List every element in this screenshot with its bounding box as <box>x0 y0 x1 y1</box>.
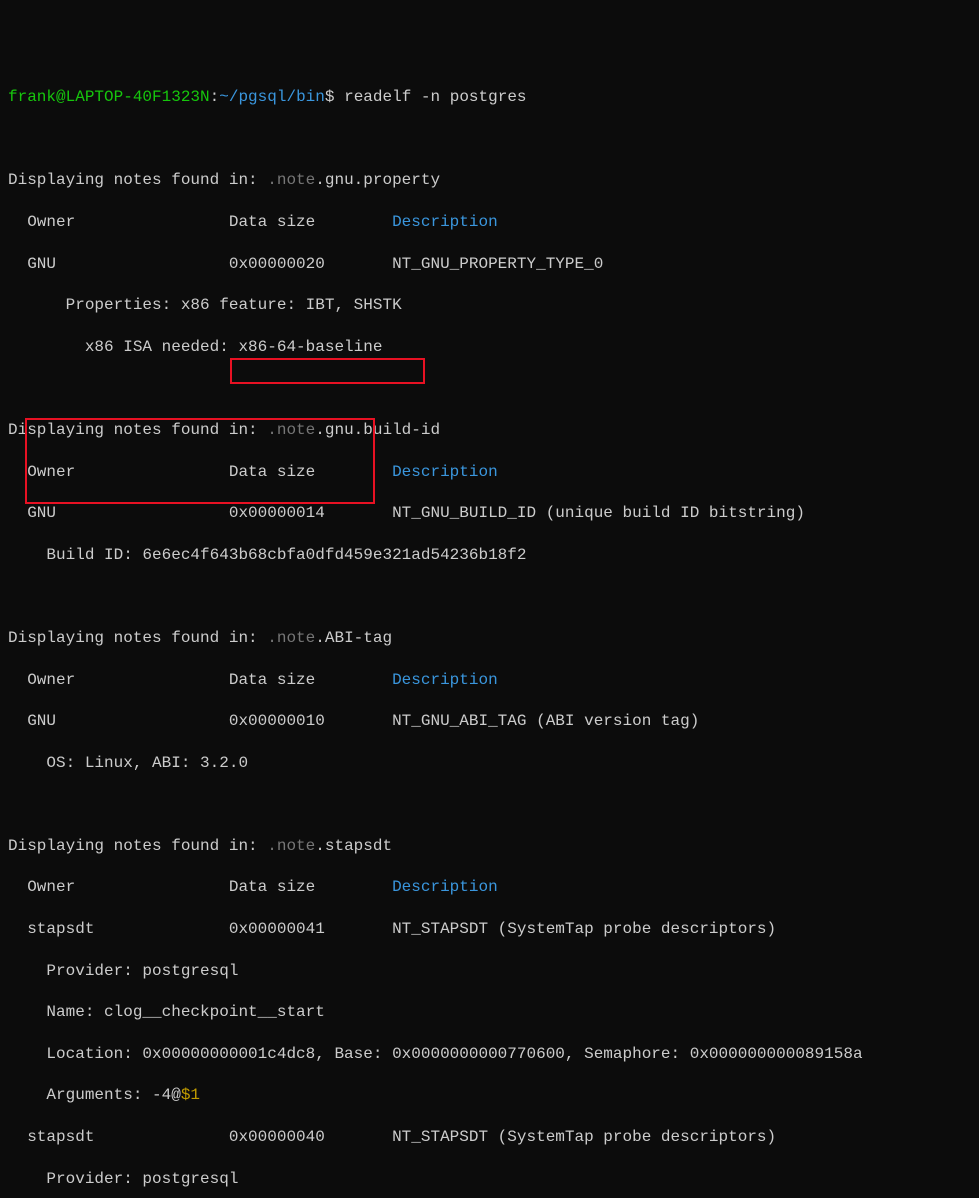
description-label: Description <box>392 878 498 896</box>
probe-location: Location: 0x00000000001c4dc8, Base: 0x00… <box>8 1044 971 1065</box>
column-header: Owner Data size Description <box>8 212 971 233</box>
blank-line <box>8 794 971 815</box>
column-header: Owner Data size Description <box>8 462 971 483</box>
note-segment: .note <box>267 171 315 189</box>
note-row: GNU 0x00000020 NT_GNU_PROPERTY_TYPE_0 <box>8 254 971 275</box>
note-detail: Properties: x86 feature: IBT, SHSTK <box>8 295 971 316</box>
description-label: Description <box>392 671 498 689</box>
note-segment: .note <box>267 421 315 439</box>
description-label: Description <box>392 463 498 481</box>
prompt-colon: : <box>210 88 220 106</box>
column-header: Owner Data size Description <box>8 877 971 898</box>
probe-name: Name: clog__checkpoint__start <box>8 1002 971 1023</box>
note-segment: .note <box>267 629 315 647</box>
blank-line <box>8 129 971 150</box>
note-detail: Build ID: 6e6ec4f643b68cbfa0dfd459e321ad… <box>8 545 971 566</box>
section-header-build-id: Displaying notes found in: .note.gnu.bui… <box>8 420 971 441</box>
probe-provider: Provider: postgresql <box>8 961 971 982</box>
section-header-stapsdt: Displaying notes found in: .note.stapsdt <box>8 836 971 857</box>
section-header-abi-tag: Displaying notes found in: .note.ABI-tag <box>8 628 971 649</box>
prompt-dollar: $ <box>325 88 335 106</box>
probe-arguments: Arguments: -4@$1 <box>8 1085 971 1106</box>
blank-line <box>8 586 971 607</box>
blank-line <box>8 378 971 399</box>
column-header: Owner Data size Description <box>8 670 971 691</box>
note-detail: OS: Linux, ABI: 3.2.0 <box>8 753 971 774</box>
note-row: GNU 0x00000010 NT_GNU_ABI_TAG (ABI versi… <box>8 711 971 732</box>
prompt-path: ~/pgsql/bin <box>219 88 325 106</box>
arg-highlight: $1 <box>181 1086 200 1104</box>
command-text: readelf -n postgres <box>344 88 526 106</box>
note-row: GNU 0x00000014 NT_GNU_BUILD_ID (unique b… <box>8 503 971 524</box>
note-row: stapsdt 0x00000041 NT_STAPSDT (SystemTap… <box>8 919 971 940</box>
prompt-line: frank@LAPTOP-40F1323N:~/pgsql/bin$ reade… <box>8 87 971 108</box>
description-label: Description <box>392 213 498 231</box>
note-row: stapsdt 0x00000040 NT_STAPSDT (SystemTap… <box>8 1127 971 1148</box>
probe-provider: Provider: postgresql <box>8 1169 971 1190</box>
note-segment: .note <box>267 837 315 855</box>
prompt-user-host: frank@LAPTOP-40F1323N <box>8 88 210 106</box>
note-detail: x86 ISA needed: x86-64-baseline <box>8 337 971 358</box>
section-header-gnu-property: Displaying notes found in: .note.gnu.pro… <box>8 170 971 191</box>
